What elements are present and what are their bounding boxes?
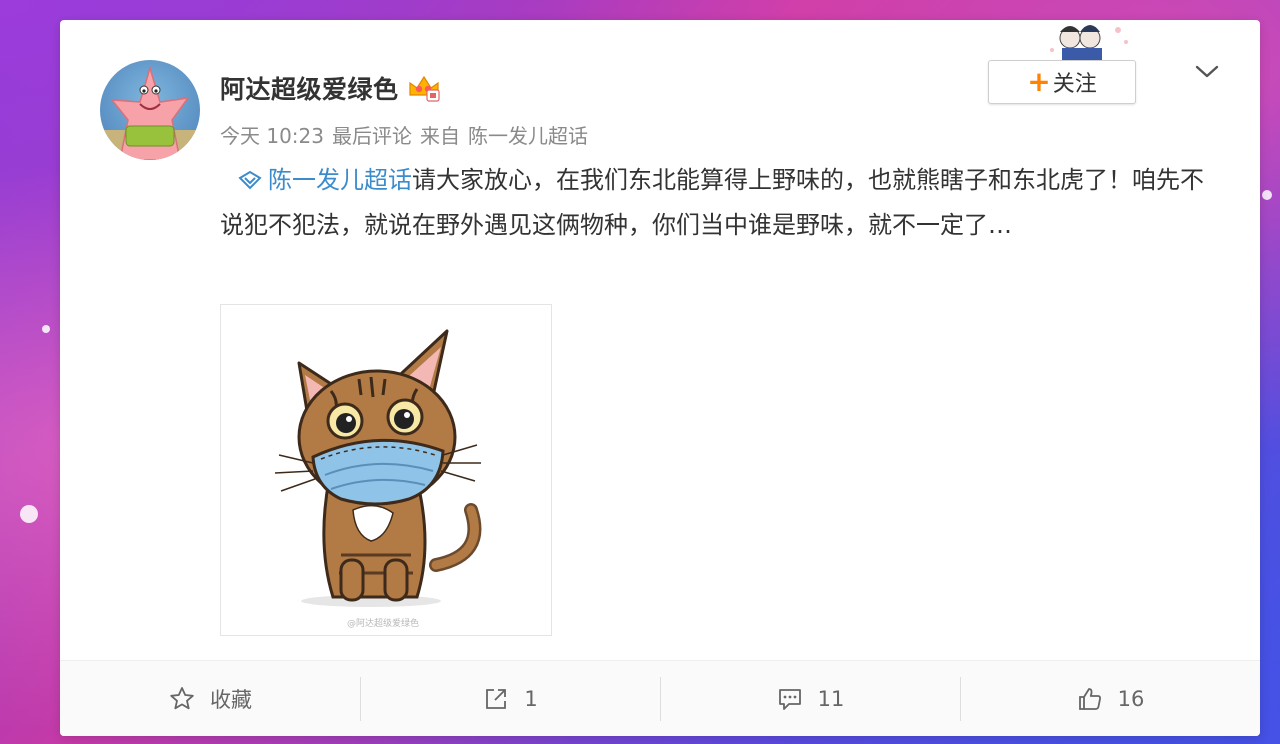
- follow-decoration-image: [1050, 25, 1128, 64]
- background-sparkle: [42, 325, 50, 333]
- supertopic-icon: [238, 170, 262, 190]
- action-bar: 收藏 1 11 16: [60, 660, 1260, 736]
- post-time[interactable]: 今天 10:23: [220, 120, 324, 149]
- source-prefix: 来自: [420, 124, 460, 148]
- post-image[interactable]: @阿达超级爱绿色: [220, 304, 552, 636]
- favorite-label: 收藏: [210, 688, 252, 712]
- favorite-button[interactable]: 收藏: [60, 661, 360, 736]
- last-comment-label: 最后评论: [332, 124, 412, 148]
- like-icon: [1078, 688, 1101, 710]
- post-card: 阿达超级爱绿色 今天 10:23 最后评论 来自 陈一发儿超话 + 关注 陈一发…: [60, 20, 1260, 736]
- image-watermark: @阿达超级爱绿色: [347, 619, 420, 629]
- post-body: 陈一发儿超话请大家放心，在我们东北能算得上野味的，也就熊瞎子和东北虎了！咱先不说…: [220, 158, 1210, 248]
- avatar-patrick-image: [100, 65, 200, 160]
- chevron-down-icon[interactable]: [1194, 62, 1220, 82]
- like-button[interactable]: 16: [960, 661, 1260, 736]
- username-row: 阿达超级爱绿色: [220, 70, 441, 106]
- plus-icon: +: [1027, 65, 1051, 98]
- background-sparkle: [20, 505, 38, 523]
- follow-label: 关注: [1052, 72, 1097, 97]
- follow-button[interactable]: + 关注: [988, 60, 1136, 104]
- username[interactable]: 阿达超级爱绿色: [220, 70, 399, 106]
- avatar[interactable]: [100, 60, 200, 160]
- comment-button[interactable]: 11: [660, 661, 960, 736]
- supertopic-link[interactable]: 陈一发儿超话: [268, 166, 412, 194]
- repost-icon: [486, 689, 507, 709]
- comment-icon: [778, 689, 801, 710]
- repost-button[interactable]: 1: [360, 661, 660, 736]
- post-meta: 今天 10:23 最后评论 来自 陈一发儿超话: [220, 120, 588, 149]
- masked-cat-illustration: [274, 329, 482, 607]
- vip-crown-icon[interactable]: [407, 73, 441, 103]
- star-icon: [170, 687, 194, 710]
- repost-count: 1: [524, 687, 538, 711]
- comment-count: 11: [817, 687, 845, 711]
- background-sparkle: [1262, 190, 1272, 200]
- like-count: 16: [1117, 687, 1145, 711]
- post-source[interactable]: 陈一发儿超话: [468, 120, 588, 149]
